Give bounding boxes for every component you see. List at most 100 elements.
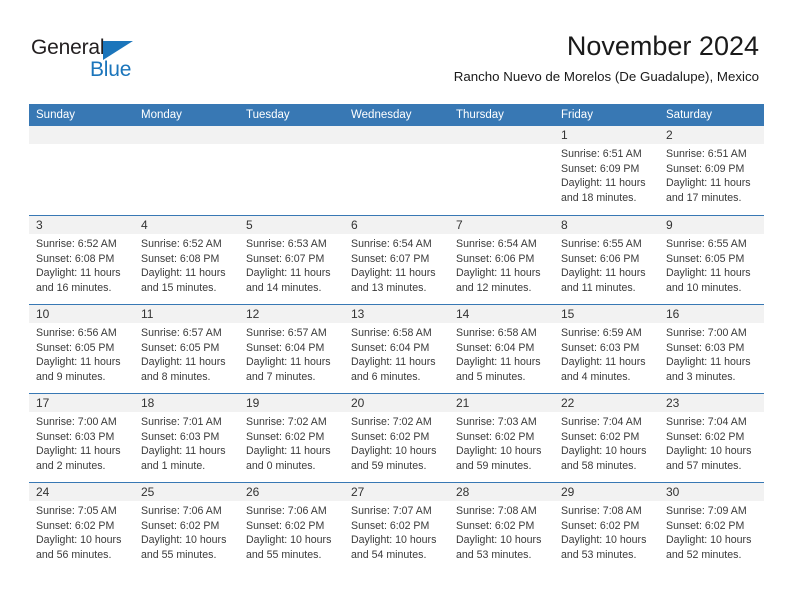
calendar-day-cell[interactable]: 25 Sunrise: 7:06 AM Sunset: 6:02 PM Dayligh… (134, 483, 239, 571)
calendar-week-cells: 17 Sunrise: 7:00 AM Sunset: 6:03 PM Dayligh… (29, 394, 764, 482)
day-sun-info: Sunrise: 6:54 AM Sunset: 6:06 PM Daylight:… (456, 237, 550, 295)
calendar-day-cell[interactable]: 26 Sunrise: 7:06 AM Sunset: 6:02 PM Dayligh… (239, 483, 344, 571)
sunset-text: Sunset: 6:02 PM (141, 519, 220, 532)
calendar-week-cells: 1 Sunrise: 6:51 AM Sunset: 6:09 PM Daylight… (29, 126, 764, 215)
calendar-day-cell[interactable]: 8 Sunrise: 6:55 AM Sunset: 6:06 PM Daylight… (554, 216, 659, 304)
sunset-text: Sunset: 6:07 PM (246, 252, 325, 265)
day-number: 8 (561, 218, 568, 232)
calendar-day-cell[interactable]: 29 Sunrise: 7:08 AM Sunset: 6:02 PM Dayligh… (554, 483, 659, 571)
daylight-text: Daylight: 11 hours and 1 minute. (141, 445, 226, 472)
calendar-week-cells: 24 Sunrise: 7:05 AM Sunset: 6:02 PM Dayligh… (29, 483, 764, 571)
day-number: 9 (666, 218, 673, 232)
sunrise-text: Sunrise: 6:52 AM (36, 238, 117, 250)
calendar-day-cell[interactable]: 17 Sunrise: 7:00 AM Sunset: 6:03 PM Dayligh… (29, 394, 134, 482)
calendar-day-cell[interactable]: 2 Sunrise: 6:51 AM Sunset: 6:09 PM Daylight… (659, 126, 764, 215)
day-sun-info: Sunrise: 7:07 AM Sunset: 6:02 PM Daylight:… (351, 504, 445, 562)
sunset-text: Sunset: 6:08 PM (36, 252, 115, 265)
calendar-day-cell[interactable]: 12 Sunrise: 6:57 AM Sunset: 6:04 PM Dayligh… (239, 305, 344, 393)
day-number: 6 (351, 218, 358, 232)
calendar-day-cell[interactable]: 19 Sunrise: 7:02 AM Sunset: 6:02 PM Dayligh… (239, 394, 344, 482)
day-sun-info: Sunrise: 6:57 AM Sunset: 6:05 PM Daylight:… (141, 326, 235, 384)
day-sun-info: Sunrise: 7:08 AM Sunset: 6:02 PM Daylight:… (561, 504, 655, 562)
day-sun-info: Sunrise: 7:00 AM Sunset: 6:03 PM Daylight:… (666, 326, 760, 384)
logo-text-general: General (31, 36, 105, 59)
day-number: 29 (561, 485, 575, 499)
sunrise-text: Sunrise: 7:07 AM (351, 505, 432, 517)
calendar-day-cell[interactable]: 10 Sunrise: 6:56 AM Sunset: 6:05 PM Dayligh… (29, 305, 134, 393)
calendar-day-cell[interactable]: 30 Sunrise: 7:09 AM Sunset: 6:02 PM Dayligh… (659, 483, 764, 571)
day-sun-info: Sunrise: 6:55 AM Sunset: 6:05 PM Daylight:… (666, 237, 760, 295)
calendar-day-cell[interactable]: 22 Sunrise: 7:04 AM Sunset: 6:02 PM Dayligh… (554, 394, 659, 482)
calendar-day-cell[interactable]: 11 Sunrise: 6:57 AM Sunset: 6:05 PM Dayligh… (134, 305, 239, 393)
daylight-text: Daylight: 10 hours and 54 minutes. (351, 534, 437, 561)
calendar-day-cell[interactable]: 9 Sunrise: 6:55 AM Sunset: 6:05 PM Daylight… (659, 216, 764, 304)
sunset-text: Sunset: 6:08 PM (141, 252, 220, 265)
calendar-day-cell[interactable]: 28 Sunrise: 7:08 AM Sunset: 6:02 PM Dayligh… (449, 483, 554, 571)
calendar-day-cell[interactable]: 5 Sunrise: 6:53 AM Sunset: 6:07 PM Daylight… (239, 216, 344, 304)
calendar-week-row: 1 Sunrise: 6:51 AM Sunset: 6:09 PM Daylight… (29, 126, 764, 215)
calendar-day-cell[interactable]: 1 Sunrise: 6:51 AM Sunset: 6:09 PM Daylight… (554, 126, 659, 215)
calendar-day-cell-empty (134, 126, 239, 215)
weekday-header-row: Sunday Monday Tuesday Wednesday Thursday… (29, 104, 764, 126)
day-sun-info: Sunrise: 6:58 AM Sunset: 6:04 PM Daylight:… (456, 326, 550, 384)
location-subtitle: Rancho Nuevo de Morelos (De Guadalupe), … (453, 69, 759, 84)
sunrise-text: Sunrise: 6:55 AM (666, 238, 747, 250)
sunset-text: Sunset: 6:02 PM (246, 430, 325, 443)
sunset-text: Sunset: 6:06 PM (456, 252, 535, 265)
day-sun-info: Sunrise: 7:06 AM Sunset: 6:02 PM Daylight:… (141, 504, 235, 562)
day-sun-info: Sunrise: 6:56 AM Sunset: 6:05 PM Daylight:… (36, 326, 130, 384)
day-sun-info: Sunrise: 7:03 AM Sunset: 6:02 PM Daylight:… (456, 415, 550, 473)
day-number: 15 (561, 307, 575, 321)
day-number: 23 (666, 396, 680, 410)
sunrise-text: Sunrise: 7:04 AM (666, 416, 747, 428)
calendar-day-cell[interactable]: 6 Sunrise: 6:54 AM Sunset: 6:07 PM Daylight… (344, 216, 449, 304)
day-sun-info: Sunrise: 7:04 AM Sunset: 6:02 PM Daylight:… (561, 415, 655, 473)
sunrise-text: Sunrise: 6:56 AM (36, 327, 117, 339)
daylight-text: Daylight: 11 hours and 15 minutes. (141, 267, 226, 294)
calendar-day-cell[interactable]: 20 Sunrise: 7:02 AM Sunset: 6:02 PM Dayligh… (344, 394, 449, 482)
calendar-day-cell[interactable]: 7 Sunrise: 6:54 AM Sunset: 6:06 PM Daylight… (449, 216, 554, 304)
sunset-text: Sunset: 6:05 PM (666, 252, 745, 265)
calendar-day-cell[interactable]: 14 Sunrise: 6:58 AM Sunset: 6:04 PM Dayligh… (449, 305, 554, 393)
day-number: 17 (36, 396, 50, 410)
daylight-text: Daylight: 10 hours and 55 minutes. (246, 534, 332, 561)
day-sun-info: Sunrise: 6:51 AM Sunset: 6:09 PM Daylight:… (666, 147, 760, 205)
day-number: 7 (456, 218, 463, 232)
calendar-day-cell[interactable]: 3 Sunrise: 6:52 AM Sunset: 6:08 PM Daylight… (29, 216, 134, 304)
sunrise-text: Sunrise: 7:00 AM (666, 327, 747, 339)
daylight-text: Daylight: 11 hours and 18 minutes. (561, 177, 646, 204)
day-sun-info: Sunrise: 7:02 AM Sunset: 6:02 PM Daylight:… (351, 415, 445, 473)
day-number: 13 (351, 307, 365, 321)
calendar-day-cell[interactable]: 16 Sunrise: 7:00 AM Sunset: 6:03 PM Dayligh… (659, 305, 764, 393)
sunset-text: Sunset: 6:02 PM (456, 519, 535, 532)
sunset-text: Sunset: 6:02 PM (246, 519, 325, 532)
daylight-text: Daylight: 11 hours and 17 minutes. (666, 177, 751, 204)
day-number: 24 (36, 485, 50, 499)
day-sun-info: Sunrise: 6:59 AM Sunset: 6:03 PM Daylight:… (561, 326, 655, 384)
day-sun-info: Sunrise: 6:57 AM Sunset: 6:04 PM Daylight:… (246, 326, 340, 384)
sunset-text: Sunset: 6:02 PM (561, 519, 640, 532)
daylight-text: Daylight: 11 hours and 4 minutes. (561, 356, 646, 383)
calendar-day-cell[interactable]: 4 Sunrise: 6:52 AM Sunset: 6:08 PM Daylight… (134, 216, 239, 304)
calendar-day-cell[interactable]: 21 Sunrise: 7:03 AM Sunset: 6:02 PM Dayligh… (449, 394, 554, 482)
daylight-text: Daylight: 11 hours and 12 minutes. (456, 267, 541, 294)
sunrise-text: Sunrise: 6:51 AM (666, 148, 747, 160)
calendar-day-cell[interactable]: 15 Sunrise: 6:59 AM Sunset: 6:03 PM Dayligh… (554, 305, 659, 393)
sunrise-text: Sunrise: 6:54 AM (351, 238, 432, 250)
sunset-text: Sunset: 6:02 PM (36, 519, 115, 532)
sunset-text: Sunset: 6:09 PM (561, 162, 640, 175)
sunset-text: Sunset: 6:04 PM (351, 341, 430, 354)
sunset-text: Sunset: 6:09 PM (666, 162, 745, 175)
daylight-text: Daylight: 11 hours and 7 minutes. (246, 356, 331, 383)
calendar-day-cell[interactable]: 23 Sunrise: 7:04 AM Sunset: 6:02 PM Dayligh… (659, 394, 764, 482)
calendar-day-cell[interactable]: 13 Sunrise: 6:58 AM Sunset: 6:04 PM Dayligh… (344, 305, 449, 393)
calendar-day-cell[interactable]: 27 Sunrise: 7:07 AM Sunset: 6:02 PM Dayligh… (344, 483, 449, 571)
sunset-text: Sunset: 6:06 PM (561, 252, 640, 265)
calendar-day-cell-empty (29, 126, 134, 215)
day-number: 19 (246, 396, 260, 410)
calendar-day-cell[interactable]: 24 Sunrise: 7:05 AM Sunset: 6:02 PM Dayligh… (29, 483, 134, 571)
daylight-text: Daylight: 11 hours and 5 minutes. (456, 356, 541, 383)
day-sun-info: Sunrise: 6:51 AM Sunset: 6:09 PM Daylight:… (561, 147, 655, 205)
day-number: 10 (36, 307, 50, 321)
calendar-day-cell[interactable]: 18 Sunrise: 7:01 AM Sunset: 6:03 PM Dayligh… (134, 394, 239, 482)
